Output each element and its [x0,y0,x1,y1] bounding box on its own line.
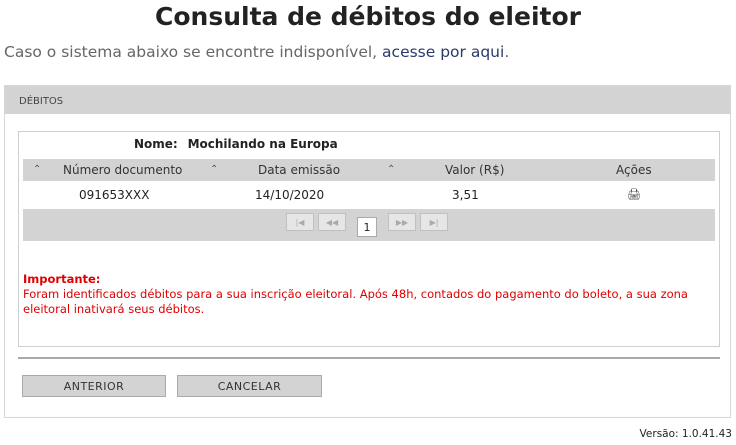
prev-page-icon[interactable]: ◀◀ [318,213,346,231]
pagination: |◀ ◀◀ 1 ▶▶ ▶| [23,209,715,241]
subtitle-end: . [504,43,510,61]
page-title: Consulta de débitos do eleitor [155,2,581,31]
version-label: Versão: 1.0.41.43 [639,428,732,440]
first-page-icon[interactable]: |◀ [286,213,314,231]
table-row: 091653XXX 14/10/2020 3,51 🖨 [23,184,715,206]
voter-name-row: Nome: Mochilando na Europa [134,137,338,151]
subtitle-text: Caso o sistema abaixo se encontre indisp… [4,43,383,61]
divider [18,357,720,359]
column-header-acoes: Ações [616,163,652,177]
previous-button[interactable]: ANTERIOR [22,375,166,397]
important-notice: Importante: Foram identificados débitos … [23,272,713,317]
alternate-access-link[interactable]: acesse por aqui [382,43,504,61]
subtitle: Caso o sistema abaixo se encontre indisp… [4,43,509,61]
printer-icon[interactable]: 🖨 [627,184,641,206]
panel-header: DÉBITOS [5,86,730,114]
cell-documento: 091653XXX [79,188,150,202]
column-header-valor[interactable]: Valor (R$) [445,159,504,181]
name-value: Mochilando na Europa [187,137,338,151]
column-header-documento[interactable]: Número documento [63,159,182,181]
important-text: Foram identificados débitos para a sua i… [23,287,688,316]
important-title: Importante: [23,272,101,286]
column-header-data[interactable]: Data emissão [258,159,340,181]
cancel-button[interactable]: CANCELAR [177,375,322,397]
table-header: ⌃ Número documento ⌃ Data emissão ⌃ Valo… [23,159,715,181]
sort-icon[interactable]: ⌃ [33,159,41,181]
next-page-icon[interactable]: ▶▶ [388,213,416,231]
name-label: Nome: [134,137,178,151]
debts-table-container: Nome: Mochilando na Europa ⌃ Número docu… [18,131,720,347]
last-page-icon[interactable]: ▶| [420,213,448,231]
cell-data: 14/10/2020 [255,188,325,202]
current-page[interactable]: 1 [357,217,377,237]
debts-panel: DÉBITOS Nome: Mochilando na Europa ⌃ Núm… [4,85,731,418]
cell-valor: 3,51 [452,188,479,202]
sort-icon[interactable]: ⌃ [210,159,218,181]
sort-icon[interactable]: ⌃ [387,159,395,181]
